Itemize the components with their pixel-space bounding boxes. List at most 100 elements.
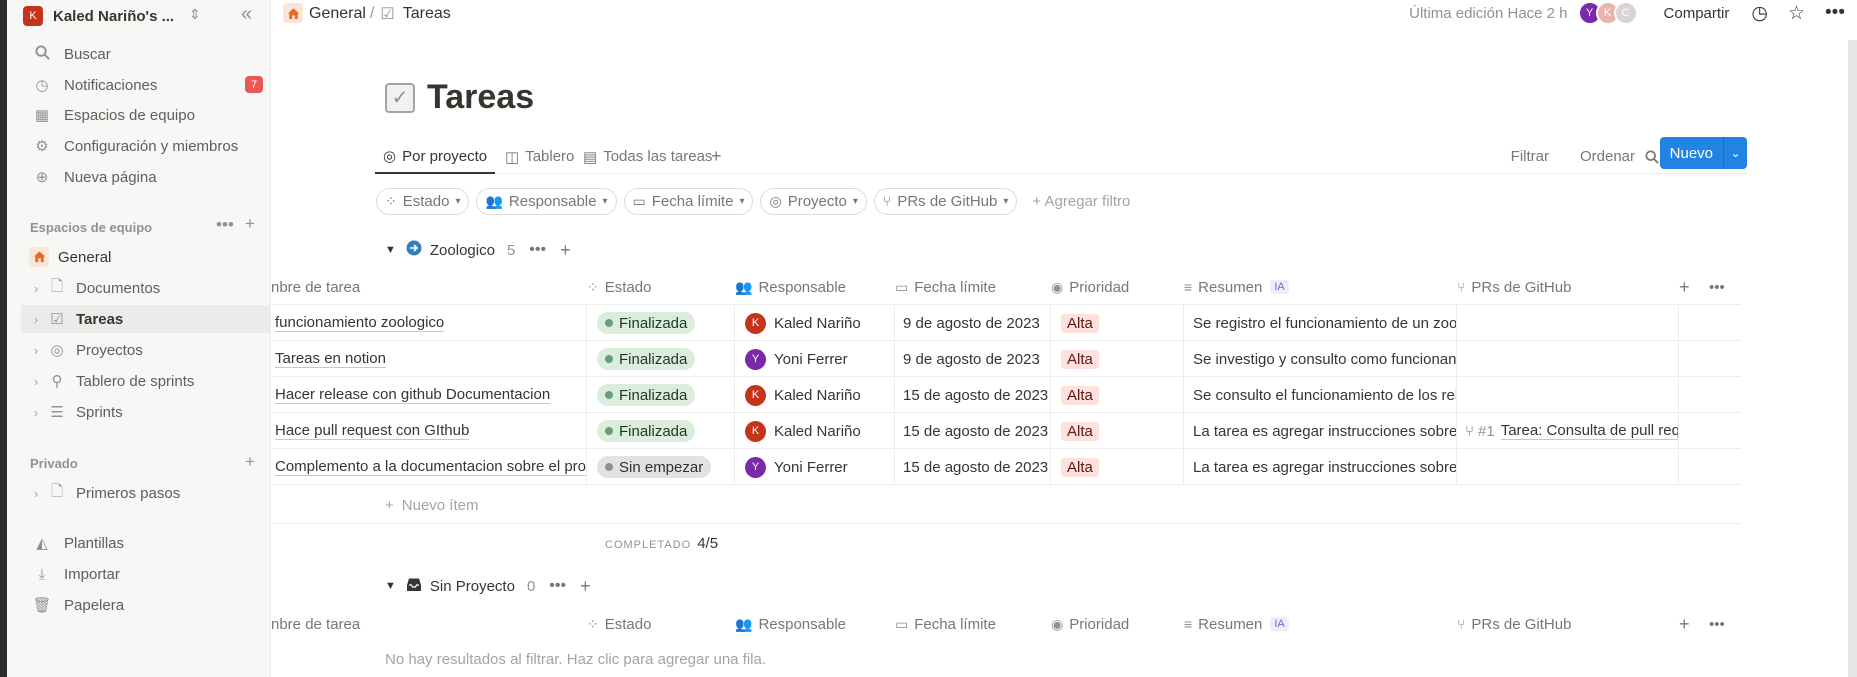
cell-summary[interactable]: Se investigo y consulto como funcionan l… [1184, 341, 1457, 377]
chevron-right-icon[interactable]: › [29, 312, 43, 327]
cell-status[interactable]: Sin empezar [587, 449, 735, 485]
table-row[interactable]: Hace pull request con GIthub Finalizada K K… [271, 413, 1741, 449]
new-button[interactable]: Nuevo [1659, 137, 1723, 169]
page-title[interactable]: Tareas [427, 78, 534, 117]
cell-due-date[interactable]: 9 de agosto de 2023 [895, 341, 1051, 377]
sidebar-item-importar[interactable]: ⤓ Importar [21, 560, 261, 588]
chevron-right-icon[interactable]: › [29, 281, 43, 296]
group-header-sin-proyecto[interactable]: ▼ Sin Proyecto 0 ••• + [385, 574, 591, 598]
star-icon[interactable]: ☆ [1788, 2, 1805, 25]
cell-task[interactable]: funcionamiento zoologico [271, 305, 587, 341]
cell-due-date[interactable]: 9 de agosto de 2023 [895, 305, 1051, 341]
cell-status[interactable]: Finalizada [587, 377, 735, 413]
chevron-right-icon[interactable]: › [29, 343, 43, 358]
sidebar-item-tareas[interactable]: › ☑ Tareas [21, 305, 271, 333]
cell-prs[interactable]: ⑂#1 Tarea: Consulta de pull request [1457, 413, 1679, 449]
completed-summary[interactable]: COMPLETADO 4/5 [605, 535, 718, 552]
chevron-right-icon[interactable]: › [29, 374, 43, 389]
add-filter-button[interactable]: + Agregar filtro [1032, 193, 1130, 210]
cell-prs[interactable] [1457, 377, 1679, 413]
cell-summary[interactable]: La tarea es agregar instrucciones sobre [1184, 449, 1457, 485]
chevron-down-icon[interactable]: ⌄ [1723, 137, 1747, 169]
sidebar-item-sprints[interactable]: › ☰ Sprints [21, 398, 271, 426]
add-column-icon[interactable]: + [1679, 270, 1699, 304]
scrollbar[interactable] [1848, 40, 1857, 677]
filter-responsable[interactable]: 👥 Responsable ▾ [476, 187, 617, 215]
chevron-updown-icon[interactable]: ⇕ [189, 6, 201, 23]
column-header-task[interactable]: nbre de tarea [271, 607, 539, 641]
cell-summary[interactable]: La tarea es agregar instrucciones sobre [1184, 413, 1457, 449]
more-icon[interactable]: ••• [216, 215, 234, 235]
tab-por-proyecto[interactable]: ◎ Por proyecto [375, 140, 496, 174]
plus-icon[interactable]: + [245, 452, 255, 472]
sidebar-item-new-page[interactable]: ⊕ Nueva página [21, 163, 261, 191]
sidebar-item-search[interactable]: Buscar [21, 40, 261, 68]
column-header-prioridad[interactable]: ◉ Prioridad [1051, 607, 1171, 641]
more-icon[interactable]: ••• [1709, 270, 1733, 304]
cell-due-date[interactable]: 15 de agosto de 2023 [895, 377, 1051, 413]
chevron-right-icon[interactable]: › [29, 486, 43, 501]
more-icon[interactable]: ••• [1709, 607, 1733, 641]
column-header-fecha[interactable]: ▭ Fecha límite [895, 607, 1035, 641]
cell-task[interactable]: Complemento a la documentacion sobre el … [271, 449, 587, 485]
task-title[interactable]: Tareas en notion [275, 350, 386, 368]
share-button[interactable]: Compartir [1664, 5, 1730, 22]
cell-prs[interactable] [1457, 341, 1679, 377]
chevron-right-icon[interactable]: › [29, 405, 43, 420]
plus-icon[interactable]: + [580, 576, 591, 597]
filter-prs-github[interactable]: ⑂ PRs de GitHub ▾ [873, 187, 1018, 215]
column-header-resumen[interactable]: ≡ Resumen IA [1184, 607, 1384, 641]
sidebar-item-primeros-pasos[interactable]: › 🗋 Primeros pasos [21, 479, 271, 507]
sidebar-item-settings[interactable]: ⚙ Configuración y miembros [21, 132, 261, 160]
add-column-icon[interactable]: + [1679, 607, 1699, 641]
cell-assignee[interactable]: K Kaled Nariño [735, 377, 895, 413]
sidebar-item-teamspaces[interactable]: ▦ Espacios de equipo [21, 101, 261, 129]
cell-summary[interactable]: Se registro el funcionamiento de un zool… [1184, 305, 1457, 341]
table-row[interactable]: Hacer release con github Documentacion Fi… [271, 377, 1741, 413]
cell-status[interactable]: Finalizada [587, 413, 735, 449]
cell-priority[interactable]: Alta [1051, 341, 1184, 377]
breadcrumb-general[interactable]: General [309, 5, 366, 23]
cell-task[interactable]: Hacer release con github Documentacion [271, 377, 587, 413]
column-header-estado[interactable]: ⁘ Estado [587, 270, 717, 304]
cell-priority[interactable]: Alta [1051, 377, 1184, 413]
tab-todas-las-tareas[interactable]: ▤ Todas las tareas [583, 140, 712, 173]
cell-assignee[interactable]: K Kaled Nariño [735, 305, 895, 341]
column-header-fecha[interactable]: ▭ Fecha límite [895, 270, 1035, 304]
sidebar-item-papelera[interactable]: 🗑 Papelera [21, 591, 261, 619]
toggle-triangle-icon[interactable]: ▼ [385, 580, 396, 592]
filter-estado[interactable]: ⁘ Estado ▾ [376, 187, 470, 215]
cell-summary[interactable]: Se consulto el funcionamiento de los rel… [1184, 377, 1457, 413]
sidebar-item-proyectos[interactable]: › ◎ Proyectos [21, 336, 271, 364]
column-header-estado[interactable]: ⁘ Estado [587, 607, 717, 641]
sort-button[interactable]: Ordenar [1580, 140, 1635, 173]
task-title[interactable]: Hace pull request con GIthub [275, 422, 470, 440]
task-title[interactable]: Complemento a la documentacion sobre el … [275, 458, 586, 476]
more-icon[interactable]: ••• [529, 241, 546, 259]
filter-fecha-limite[interactable]: ▭ Fecha límite ▾ [623, 187, 754, 215]
cell-priority[interactable]: Alta [1051, 305, 1184, 341]
cell-status[interactable]: Finalizada [587, 341, 735, 377]
cell-assignee[interactable]: Y Yoni Ferrer [735, 449, 895, 485]
breadcrumb-tareas[interactable]: Tareas [403, 5, 451, 23]
cell-due-date[interactable]: 15 de agosto de 2023 [895, 449, 1051, 485]
table-row[interactable]: Tareas en notion Finalizada Y Yoni Ferrer 9 … [271, 341, 1741, 377]
column-header-prs[interactable]: ⑂ PRs de GitHub [1457, 607, 1657, 641]
sidebar-item-notifications[interactable]: ◷ Notificaciones 7 [21, 71, 263, 99]
cell-status[interactable]: Finalizada [587, 305, 735, 341]
column-header-resumen[interactable]: ≡ Resumen IA [1184, 270, 1384, 304]
column-header-prioridad[interactable]: ◉ Prioridad [1051, 270, 1171, 304]
filter-button[interactable]: Filtrar [1511, 140, 1549, 173]
avatar[interactable]: C [1613, 1, 1638, 25]
sidebar-item-plantillas[interactable]: ◭ Plantillas [21, 529, 261, 557]
cell-task[interactable]: Hace pull request con GIthub [271, 413, 587, 449]
group-header-zoologico[interactable]: ▼ Zoologico 5 ••• + [385, 238, 571, 262]
pr-link[interactable]: Tarea: Consulta de pull request [1500, 422, 1678, 440]
cell-prs[interactable] [1457, 449, 1679, 485]
sidebar-item-general[interactable]: General [21, 243, 271, 271]
cell-assignee[interactable]: K Kaled Nariño [735, 413, 895, 449]
cell-due-date[interactable]: 15 de agosto de 2023 [895, 413, 1051, 449]
table-row[interactable]: Complemento a la documentacion sobre el … [271, 449, 1741, 485]
column-header-responsable[interactable]: 👥 Responsable [735, 270, 885, 304]
tab-tablero[interactable]: ◫ Tablero [505, 140, 574, 173]
